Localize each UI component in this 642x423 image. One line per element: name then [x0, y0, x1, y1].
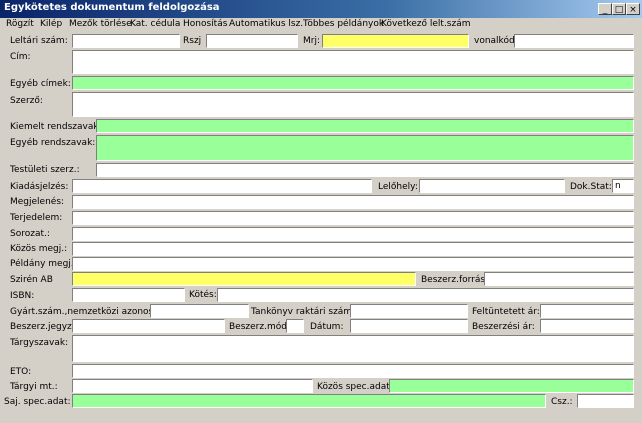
feltuntetett-ar-field[interactable] [540, 304, 634, 318]
testuleti-szerz-field[interactable] [96, 163, 634, 177]
dok-stat-label: Dok.Stat: [570, 182, 612, 192]
menu-kat-cedula[interactable]: Kat. cédula [130, 19, 180, 29]
datum-label: Dátum: [310, 322, 344, 332]
kiemelt-rendszavak-label: Kiemelt rendszavak: [10, 122, 102, 132]
cim-label: Cím: [10, 52, 31, 62]
terjedelem-field[interactable] [72, 211, 634, 225]
window-title: Egykötetes dokumentum feldolgozása [4, 2, 220, 13]
feltuntetett-ar-label: Feltüntetett ár: [472, 307, 540, 317]
kiadasjelzes-label: Kiadásjelzés: [10, 182, 69, 192]
terjedelem-label: Terjedelem: [10, 213, 63, 223]
beszerz-mod-label: Beszerz.mód.: [229, 322, 293, 332]
eto-label: ETO: [10, 367, 32, 377]
kozos-spec-adat-field[interactable] [389, 379, 634, 393]
datum-field[interactable] [350, 319, 468, 333]
szerzo-field[interactable] [72, 92, 634, 117]
menu-kilep[interactable]: Kilép [40, 19, 62, 29]
beszerz-forras-label: Beszerz.forrás [421, 275, 486, 285]
sorozat-field[interactable] [72, 227, 634, 241]
rszj-label: Rszj [183, 36, 202, 46]
isbn-field[interactable] [72, 288, 185, 302]
menu-bar: Rögzít Kilép Mezők törlése Kat. cédula H… [0, 18, 642, 32]
saj-spec-adat-field[interactable] [72, 394, 546, 408]
csz-label: Csz.: [551, 397, 573, 407]
menu-rogzit[interactable]: Rögzít [6, 19, 34, 29]
menu-honositas[interactable]: Honosítás [183, 19, 227, 29]
sziren-ab-label: Szirén AB [10, 275, 53, 285]
sorozat-label: Sorozat.: [10, 229, 50, 239]
targyszavak-label: Tárgyszavak: [10, 338, 69, 348]
eto-field[interactable] [72, 364, 634, 378]
szerzo-label: Szerző: [10, 96, 43, 106]
peldany-megj-field[interactable] [72, 257, 634, 271]
peldany-megj-label: Példány megj.: [10, 259, 77, 269]
vonalkod-field[interactable] [514, 34, 634, 48]
kiadasjelzes-field[interactable] [72, 179, 372, 193]
menu-automatikus-lsz[interactable]: Automatikus lsz. [229, 19, 303, 29]
leltari-szam-label: Leltári szám: [10, 36, 68, 46]
beszerzesi-ar-label: Beszerzési ár: [472, 322, 535, 332]
minimize-button[interactable]: _ [598, 3, 612, 15]
kiemelt-rendszavak-field[interactable] [96, 119, 634, 133]
egyeb-cimek-field[interactable] [72, 76, 634, 90]
megjelenes-label: Megjelenés: [10, 197, 65, 207]
beszerz-jegyz-field[interactable] [72, 319, 225, 333]
gyart-szam-label: Gyárt.szám.,nemzetközi azonosító: [10, 307, 168, 317]
cim-field[interactable] [72, 50, 634, 74]
main-window: Egykötetes dokumentum feldolgozása _ □ ×… [0, 0, 642, 423]
saj-spec-adat-label: Saj. spec.adat: [4, 397, 71, 407]
isbn-label: ISBN: [10, 291, 35, 301]
targyszavak-field[interactable] [72, 335, 634, 362]
megjelenes-field[interactable] [72, 195, 634, 209]
kozos-spec-adat-label: Közös spec.adat: [317, 382, 393, 392]
targyi-mt-label: Tárgyi mt.: [10, 382, 58, 392]
egyeb-rendszavak-field[interactable] [96, 135, 634, 161]
testuleti-szerz-label: Testületi szerz.: [10, 165, 80, 175]
beszerz-mod-field[interactable] [286, 319, 304, 333]
vonalkod-label: vonalkód: [474, 36, 518, 46]
egyeb-cimek-label: Egyéb címek: [10, 79, 71, 89]
lelohely-label: Lelőhely: [378, 182, 418, 192]
kotes-field[interactable] [217, 288, 634, 302]
csz-field[interactable] [577, 394, 634, 408]
leltari-szam-field[interactable] [72, 34, 180, 48]
menu-tobbes-peldanyok[interactable]: Többes példányok [303, 19, 384, 29]
tankonyv-raktari-szama-field[interactable] [350, 304, 468, 318]
beszerzesi-ar-field[interactable] [540, 319, 634, 333]
sziren-ab-field[interactable] [72, 272, 416, 286]
mrj-label: Mrj: [303, 36, 320, 46]
rszj-field[interactable] [206, 34, 298, 48]
dok-stat-field[interactable] [612, 179, 634, 193]
kozos-megj-label: Közös megj.: [10, 244, 68, 254]
targyi-mt-field[interactable] [72, 379, 313, 393]
maximize-button[interactable]: □ [612, 3, 626, 15]
menu-mezok-torlese[interactable]: Mezők törlése [69, 19, 132, 29]
tankonyv-raktari-szama-label: Tankönyv raktári száma: [251, 307, 361, 317]
kozos-megj-field[interactable] [72, 242, 634, 256]
menu-kovetkezo-lelt-szam[interactable]: Következő lelt.szám [381, 19, 471, 29]
close-button[interactable]: × [626, 3, 640, 15]
title-bar: Egykötetes dokumentum feldolgozása _ □ × [0, 0, 642, 18]
beszerz-jegyz-label: Beszerz.jegyz.: [10, 322, 78, 332]
beszerz-forras-field[interactable] [484, 272, 634, 286]
egyeb-rendszavak-label: Egyéb rendszavak: [10, 138, 96, 148]
gyart-szam-field[interactable] [150, 304, 249, 318]
mrj-field[interactable] [322, 34, 469, 48]
kotes-label: Kötés: [189, 290, 217, 300]
lelohely-field[interactable] [419, 179, 565, 193]
